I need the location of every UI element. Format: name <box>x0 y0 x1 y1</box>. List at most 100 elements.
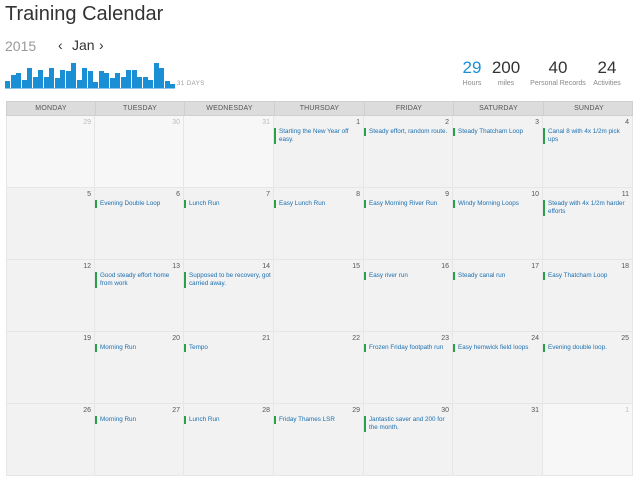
calendar-header: MONDAY TUESDAY WEDNESDAY THURSDAY FRIDAY… <box>6 101 633 116</box>
calendar-day[interactable]: 4 Canal 8 with 4x 1/2m pick ups <box>543 116 633 188</box>
calendar-day[interactable]: 19 <box>6 332 95 404</box>
day-number: 24 <box>531 335 539 342</box>
calendar-day[interactable]: 11 Steady with 4x 1/2m harder efforts <box>543 188 633 260</box>
activity-link[interactable]: Good steady effort home from work <box>95 272 181 288</box>
activity-link[interactable]: Friday Thames LSR <box>274 416 361 424</box>
activity-link[interactable]: Canal 8 with 4x 1/2m pick ups <box>543 128 630 144</box>
day-number: 22 <box>352 335 360 342</box>
calendar-day[interactable]: 16 Easy river run <box>364 260 453 332</box>
activity-link[interactable]: Easy river run <box>364 272 450 280</box>
activity-link[interactable]: Steady effort, random route. <box>364 128 450 136</box>
calendar-day[interactable]: 5 <box>6 188 95 260</box>
activity-link[interactable]: Steady with 4x 1/2m harder efforts <box>543 200 630 216</box>
calendar-day[interactable]: 27 Morning Run <box>95 404 184 476</box>
sparkline-bar <box>76 80 82 88</box>
sparkline-bar <box>60 70 65 88</box>
year-label: 2015 <box>5 38 37 54</box>
stat-activities-label: Activities <box>593 80 621 87</box>
activity-link[interactable]: Jantastic saver and 200 for the month. <box>364 416 450 432</box>
calendar-day[interactable]: 17 Steady canal run <box>453 260 543 332</box>
activity-link[interactable]: Supposed to be recovery, got carried awa… <box>184 272 271 288</box>
day-number: 13 <box>172 263 180 270</box>
day-number: 8 <box>356 191 360 198</box>
calendar-day[interactable]: 15 <box>274 260 364 332</box>
weekday-thursday: THURSDAY <box>275 102 365 116</box>
activity-link[interactable]: Steady Thatcham Loop <box>453 128 540 136</box>
calendar-week: 26 27 Morning Run 28 Lunch Run 29 Friday Thame… <box>6 404 633 476</box>
activity-link[interactable]: Frozen Friday footpath run <box>364 344 450 352</box>
calendar-day[interactable]: 6 Evening Double Loop <box>95 188 184 260</box>
weekday-tuesday: TUESDAY <box>96 102 185 116</box>
day-number: 14 <box>262 263 270 270</box>
activity-link[interactable]: Windy Morning Loops <box>453 200 540 208</box>
day-number: 31 <box>262 119 270 126</box>
activity-link[interactable]: Tempo <box>184 344 271 352</box>
calendar-day[interactable]: 29 <box>6 116 95 188</box>
sparkline-bar <box>109 78 115 88</box>
calendar-day[interactable]: 30 Jantastic saver and 200 for the month. <box>364 404 453 476</box>
calendar-day[interactable]: 21 Tempo <box>184 332 274 404</box>
activity-link[interactable]: Evening Double Loop <box>95 200 181 208</box>
day-number: 3 <box>535 119 539 126</box>
activity-sparkline <box>5 60 175 88</box>
day-number: 6 <box>176 191 180 198</box>
calendar-day[interactable]: 31 <box>453 404 543 476</box>
sparkline-bar <box>148 80 153 88</box>
activity-link[interactable]: Lunch Run <box>184 416 271 424</box>
activity-link[interactable]: Easy Lunch Run <box>274 200 361 208</box>
day-number: 4 <box>625 119 629 126</box>
activity-link[interactable]: Easy Morning River Run <box>364 200 450 208</box>
calendar-day[interactable]: 3 Steady Thatcham Loop <box>453 116 543 188</box>
prev-month-button[interactable]: ‹ <box>58 37 63 53</box>
activity-link[interactable]: Evening double loop. <box>543 344 630 352</box>
activity-link[interactable]: Easy hemwick field loops <box>453 344 540 352</box>
calendar-day[interactable]: 29 Friday Thames LSR <box>274 404 364 476</box>
sparkline-bar <box>5 81 10 88</box>
day-number: 7 <box>266 191 270 198</box>
calendar-day[interactable]: 25 Evening double loop. <box>543 332 633 404</box>
calendar-day[interactable]: 18 Easy Thatcham Loop <box>543 260 633 332</box>
calendar: MONDAY TUESDAY WEDNESDAY THURSDAY FRIDAY… <box>6 101 633 476</box>
calendar-day[interactable]: 2 Steady effort, random route. <box>364 116 453 188</box>
page-title: Training Calendar <box>5 3 164 25</box>
calendar-day[interactable]: 22 <box>274 332 364 404</box>
day-number: 27 <box>172 407 180 414</box>
day-number: 23 <box>441 335 449 342</box>
calendar-day[interactable]: 10 Windy Morning Loops <box>453 188 543 260</box>
calendar-day[interactable]: 23 Frozen Friday footpath run <box>364 332 453 404</box>
calendar-day[interactable]: 9 Easy Morning River Run <box>364 188 453 260</box>
calendar-day[interactable]: 1 Starting the New Year off easy. <box>274 116 364 188</box>
calendar-day[interactable]: 28 Lunch Run <box>184 404 274 476</box>
weekday-saturday: SATURDAY <box>454 102 544 116</box>
day-number: 10 <box>531 191 539 198</box>
calendar-day[interactable]: 14 Supposed to be recovery, got carried a… <box>184 260 274 332</box>
calendar-day[interactable]: 7 Lunch Run <box>184 188 274 260</box>
day-number: 25 <box>621 335 629 342</box>
calendar-day[interactable]: 13 Good steady effort home from work <box>95 260 184 332</box>
sparkline-bar <box>54 78 60 88</box>
weekday-sunday: SUNDAY <box>574 105 604 112</box>
activity-link[interactable]: Steady canal run <box>453 272 540 280</box>
activity-link[interactable]: Morning Run <box>95 344 181 352</box>
day-number: 26 <box>83 407 91 414</box>
sparkline-bar <box>137 77 142 88</box>
day-number: 29 <box>83 119 91 126</box>
sparkline-bar <box>38 70 43 88</box>
calendar-day[interactable]: 12 <box>6 260 95 332</box>
activity-link[interactable]: Lunch Run <box>184 200 271 208</box>
next-month-button[interactable]: › <box>99 37 104 53</box>
sparkline-bar <box>16 73 21 88</box>
calendar-day[interactable]: 30 <box>95 116 184 188</box>
day-number: 17 <box>531 263 539 270</box>
calendar-week: 12 13 Good steady effort home from work 14 S… <box>6 260 633 332</box>
calendar-day[interactable]: 1 <box>543 404 633 476</box>
calendar-day[interactable]: 26 <box>6 404 95 476</box>
calendar-day[interactable]: 20 Morning Run <box>95 332 184 404</box>
calendar-day[interactable]: 8 Easy Lunch Run <box>274 188 364 260</box>
activity-link[interactable]: Easy Thatcham Loop <box>543 272 630 280</box>
activity-link[interactable]: Starting the New Year off easy. <box>274 128 361 144</box>
day-number: 19 <box>83 335 91 342</box>
calendar-day[interactable]: 31 <box>184 116 274 188</box>
calendar-day[interactable]: 24 Easy hemwick field loops <box>453 332 543 404</box>
activity-link[interactable]: Morning Run <box>95 416 181 424</box>
